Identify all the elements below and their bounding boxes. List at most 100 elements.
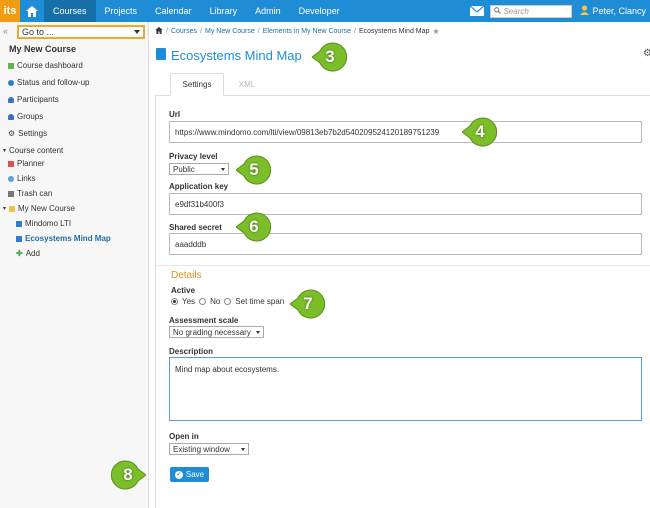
nav-calendar[interactable]: Calendar bbox=[146, 0, 201, 22]
check-icon: ✓ bbox=[174, 470, 183, 479]
sidebar-item-groups[interactable]: Groups bbox=[8, 112, 43, 121]
star-icon[interactable]: ★ bbox=[432, 27, 439, 36]
sidebar-item-label: Ecosystems Mind Map bbox=[25, 234, 111, 243]
sidebar-item-settings[interactable]: ⚙ Settings bbox=[8, 129, 47, 138]
sidebar-item-ecosystems-mind-map[interactable]: Ecosystems Mind Map bbox=[16, 234, 111, 243]
description-textarea[interactable]: Mind map about ecosystems. bbox=[169, 357, 642, 421]
details-heading: Details bbox=[171, 270, 202, 281]
search-placeholder: Search bbox=[503, 6, 529, 16]
nav-developer[interactable]: Developer bbox=[290, 0, 349, 22]
top-navigation-bar: its Courses Projects Calendar Library Ad… bbox=[0, 0, 650, 22]
callout-badge-8: 8 bbox=[110, 459, 146, 491]
sidebar-item-my-new-course-folder[interactable]: ▾ My New Course bbox=[3, 204, 75, 213]
sidebar-item-add[interactable]: ✚ Add bbox=[16, 249, 40, 258]
privacy-select[interactable]: Public bbox=[169, 163, 229, 175]
breadcrumb-course[interactable]: My New Course bbox=[205, 28, 255, 35]
sidebar-item-label: Links bbox=[17, 174, 36, 183]
participants-icon bbox=[8, 96, 14, 103]
lti-icon bbox=[156, 48, 166, 60]
sidebar-item-links[interactable]: Links bbox=[8, 174, 36, 183]
active-yes-radio[interactable] bbox=[171, 298, 178, 305]
description-label: Description bbox=[169, 347, 214, 356]
user-name: Peter, Clancy bbox=[592, 6, 646, 16]
chevron-down-icon bbox=[221, 168, 225, 171]
sidebar-course-title: My New Course bbox=[9, 44, 77, 54]
sidebar-section-course-content[interactable]: ▾ Course content bbox=[3, 146, 63, 155]
goto-select-value: Go to ... bbox=[22, 27, 55, 37]
nav-projects[interactable]: Projects bbox=[96, 0, 147, 22]
caret-down-icon: ▾ bbox=[3, 148, 7, 154]
home-icon[interactable] bbox=[155, 27, 163, 36]
open-in-select[interactable]: Existing window bbox=[169, 443, 249, 455]
breadcrumb: / Courses / My New Course / Elements in … bbox=[155, 27, 440, 36]
sidebar-item-mindomo-lti[interactable]: Mindomo LTI bbox=[16, 219, 71, 228]
active-timespan-label: Set time span bbox=[235, 297, 285, 306]
chevron-down-icon bbox=[241, 448, 245, 451]
trash-icon bbox=[8, 190, 14, 197]
active-yes-label: Yes bbox=[182, 297, 196, 306]
sidebar-item-trash[interactable]: Trash can bbox=[8, 189, 52, 198]
search-icon bbox=[494, 6, 502, 16]
secret-label: Shared secret bbox=[169, 223, 222, 232]
page-title: Ecosystems Mind Map bbox=[171, 48, 302, 63]
nav-courses[interactable]: Courses bbox=[44, 0, 96, 22]
sidebar-item-course-dashboard[interactable]: Course dashboard bbox=[8, 61, 83, 70]
home-icon[interactable] bbox=[20, 0, 44, 22]
sidebar-item-label: Planner bbox=[17, 159, 45, 168]
collapse-sidebar-icon[interactable]: « bbox=[3, 26, 8, 36]
url-input[interactable]: https://www.mindomo.com/lti/view/09813eb… bbox=[169, 121, 642, 143]
sidebar-item-label: Status and follow-up bbox=[17, 78, 90, 87]
callout-badge-6: 6 bbox=[236, 211, 272, 243]
breadcrumb-courses[interactable]: Courses bbox=[171, 28, 197, 35]
search-input[interactable]: Search bbox=[490, 4, 573, 18]
gear-icon[interactable]: ⚙ bbox=[643, 48, 650, 59]
nav-library[interactable]: Library bbox=[201, 0, 247, 22]
breadcrumb-elements[interactable]: Elements in My New Course bbox=[263, 28, 351, 35]
folder-icon bbox=[9, 205, 16, 212]
sidebar-item-label: Participants bbox=[17, 95, 59, 104]
sidebar-item-label: My New Course bbox=[18, 204, 75, 213]
app-logo[interactable]: its bbox=[0, 0, 20, 22]
nav-admin[interactable]: Admin bbox=[246, 0, 290, 22]
mail-icon[interactable] bbox=[470, 6, 485, 16]
goto-select[interactable]: Go to ... bbox=[17, 25, 145, 39]
tab-xml[interactable]: XML bbox=[227, 73, 267, 96]
sidebar-section-label: Course content bbox=[9, 146, 64, 155]
tab-bar: Settings XML bbox=[155, 73, 650, 96]
privacy-select-value: Public bbox=[173, 164, 195, 174]
tab-settings[interactable]: Settings bbox=[170, 73, 224, 96]
breadcrumb-current: Ecosystems Mind Map bbox=[359, 28, 430, 35]
sidebar-item-label: Trash can bbox=[17, 189, 53, 198]
dashboard-icon bbox=[8, 62, 14, 69]
sidebar-item-label: Mindomo LTI bbox=[25, 219, 72, 228]
save-button-label: Save bbox=[185, 470, 205, 479]
open-in-select-value: Existing window bbox=[173, 444, 230, 454]
chevron-down-icon bbox=[256, 331, 260, 334]
url-label: Url bbox=[169, 110, 181, 119]
assessment-label: Assessment scale bbox=[169, 316, 239, 325]
open-in-label: Open in bbox=[169, 432, 199, 441]
user-menu[interactable]: Peter, Clancy bbox=[580, 5, 646, 17]
assessment-select[interactable]: No grading necessary bbox=[169, 326, 264, 338]
callout-badge-4: 4 bbox=[462, 116, 498, 148]
groups-icon bbox=[8, 113, 14, 120]
user-avatar-icon bbox=[580, 5, 590, 17]
gear-icon: ⚙ bbox=[8, 129, 16, 138]
sidebar-item-status[interactable]: Status and follow-up bbox=[8, 78, 90, 87]
sidebar-item-label: Settings bbox=[18, 129, 48, 138]
sidebar-item-planner[interactable]: Planner bbox=[8, 159, 45, 168]
sidebar: « Go to ... My New Course Course dashboa… bbox=[0, 22, 149, 508]
lti-icon bbox=[16, 235, 22, 242]
sidebar-item-label: Add bbox=[25, 249, 40, 258]
active-label: Active bbox=[171, 286, 196, 295]
active-no-label: No bbox=[210, 297, 221, 306]
sidebar-item-participants[interactable]: Participants bbox=[8, 95, 59, 104]
save-button[interactable]: ✓ Save bbox=[170, 467, 209, 482]
caret-down-icon: ▾ bbox=[3, 206, 7, 212]
active-timespan-radio[interactable] bbox=[224, 298, 232, 305]
active-no-radio[interactable] bbox=[199, 298, 207, 305]
callout-badge-5: 5 bbox=[236, 154, 272, 186]
chevron-down-icon bbox=[134, 30, 140, 34]
sidebar-item-label: Groups bbox=[17, 112, 44, 121]
links-icon bbox=[8, 175, 14, 182]
